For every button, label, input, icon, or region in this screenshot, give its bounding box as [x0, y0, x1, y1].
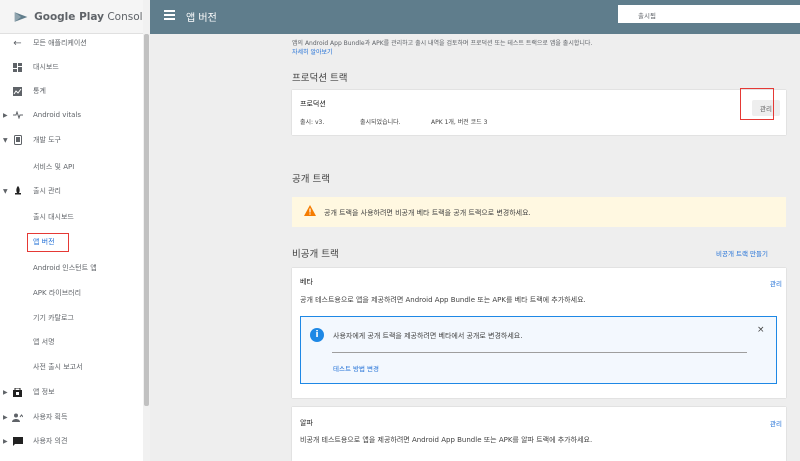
create-closed-track-link[interactable]: 비공개 트랙 만들기	[716, 248, 768, 258]
store-icon	[12, 387, 23, 398]
production-track-name: 프로덕션	[300, 100, 326, 108]
sidebar-item-instant-apps[interactable]: Android 인스턴트 앱	[0, 258, 143, 278]
dev-tools-icon	[12, 135, 23, 146]
info-icon: i	[310, 328, 324, 342]
app-logo[interactable]: Google Play Console	[0, 0, 149, 34]
production-track-card: 프로덕션 출시: v3. 출시되었습니다. APK 1개, 버전 코드 3 관리	[292, 90, 786, 135]
user-acquisition-icon	[12, 412, 23, 423]
sidebar-item-dashboard[interactable]: 대시보드	[0, 57, 143, 77]
open-track-title: 공개 트랙	[292, 174, 330, 185]
closed-track-title: 비공개 트랙	[292, 249, 339, 260]
beta-manage-link[interactable]: 관리	[770, 278, 782, 288]
status-text: 출시됨	[638, 12, 656, 20]
alpha-track-name: 알파	[300, 419, 313, 427]
production-manage-highlight	[740, 88, 774, 120]
learn-more-link[interactable]: 자세히 알아보기	[292, 49, 333, 56]
expand-arrow-icon: ▶	[3, 111, 8, 119]
sidebar-item-pre-launch-report[interactable]: 사전 출시 보고서	[0, 357, 143, 377]
back-arrow-icon: ←	[13, 37, 22, 49]
sidebar-item-release-dashboard[interactable]: 출시 대시보드	[0, 207, 143, 227]
sidebar-item-user-acquisition[interactable]: ▶ 사용자 획득	[0, 407, 143, 427]
sidebar-item-services-api[interactable]: 서비스 및 API	[0, 157, 143, 177]
alpha-manage-link[interactable]: 관리	[770, 418, 782, 428]
alpha-track-description: 비공개 테스트용으로 앱을 제공하려면 Android App Bundle 또…	[300, 436, 593, 444]
beta-track-card: 베타 관리 공개 테스트용으로 앱을 제공하려면 Android App Bun…	[292, 268, 786, 398]
sidebar-item-app-signing[interactable]: 앱 서명	[0, 332, 143, 352]
sidebar-item-release-management[interactable]: ▼ 출시 관리	[0, 181, 143, 201]
sidebar-scrollbar-thumb[interactable]	[144, 34, 149, 406]
sidebar: Google Play Console ← 모든 애플리케이션 대시보드 통계 …	[0, 0, 150, 461]
app-releases-highlight	[27, 233, 69, 252]
close-icon[interactable]: ×	[757, 325, 765, 335]
production-release-label: 출시: v3.	[300, 119, 325, 126]
vitals-icon	[12, 110, 23, 121]
change-test-method-link[interactable]: 테스트 방법 변경	[333, 363, 379, 373]
menu-icon[interactable]	[164, 10, 175, 20]
warning-icon	[304, 205, 316, 216]
divider	[332, 352, 747, 353]
page-title: 앱 버전	[186, 13, 217, 24]
production-track-title: 프로덕션 트랙	[292, 73, 348, 84]
sidebar-item-store-presence[interactable]: ▶ 앱 정보	[0, 382, 143, 402]
sidebar-item-android-vitals[interactable]: ▶ Android vitals	[0, 105, 143, 125]
play-console-logo-icon	[14, 11, 28, 22]
beta-track-name: 베타	[300, 278, 313, 286]
collapse-arrow-icon: ▼	[3, 136, 8, 144]
sidebar-item-dev-tools[interactable]: ▼ 개발 도구	[0, 130, 143, 150]
status-chip: 출시됨	[618, 5, 800, 23]
logo-primary-text: Google Play	[34, 10, 104, 23]
production-release-status: 출시되었습니다.	[360, 119, 401, 126]
info-text: 사용자에게 공개 트랙을 제공하려면 베타에서 공개로 변경하세요.	[333, 332, 523, 340]
feedback-icon	[12, 436, 23, 447]
warning-text: 공개 트랙을 사용하려면 비공개 베타 트랙을 공개 트랙으로 변경하세요.	[324, 209, 531, 217]
sidebar-item-device-catalog[interactable]: 기기 카탈로그	[0, 308, 143, 328]
intro-paragraph: 앱의 Android App Bundle과 APK를 관리하고 출시 내역을 …	[292, 39, 762, 57]
top-app-bar: 앱 버전 출시됨	[150, 0, 800, 34]
expand-arrow-icon: ▶	[3, 437, 8, 445]
stats-icon	[12, 86, 23, 97]
expand-arrow-icon: ▶	[3, 388, 8, 396]
main-content: 앱의 Android App Bundle과 APK를 관리하고 출시 내역을 …	[150, 34, 800, 461]
collapse-arrow-icon: ▼	[3, 187, 8, 195]
beta-info-box: i 사용자에게 공개 트랙을 제공하려면 베타에서 공개로 변경하세요. × 테…	[300, 316, 777, 384]
beta-track-description: 공개 테스트용으로 앱을 제공하려면 Android App Bundle 또는…	[300, 296, 586, 304]
production-release-detail: APK 1개, 버전 코드 3	[431, 119, 488, 126]
dashboard-icon	[12, 62, 23, 73]
sidebar-item-user-feedback[interactable]: ▶ 사용자 의견	[0, 431, 143, 451]
sidebar-item-all-apps[interactable]: ← 모든 애플리케이션	[0, 33, 143, 53]
open-track-warning: 공개 트랙을 사용하려면 비공개 베타 트랙을 공개 트랙으로 변경하세요.	[292, 197, 786, 227]
alpha-track-card: 알파 관리 비공개 테스트용으로 앱을 제공하려면 Android App Bu…	[292, 407, 786, 461]
rocket-icon	[12, 186, 23, 197]
sidebar-item-apk-library[interactable]: APK 라이브러리	[0, 283, 143, 303]
intro-text: 앱의 Android App Bundle과 APK를 관리하고 출시 내역을 …	[292, 40, 593, 47]
sidebar-item-app-releases[interactable]: 앱 버전	[0, 232, 143, 252]
sidebar-item-stats[interactable]: 통계	[0, 81, 143, 101]
expand-arrow-icon: ▶	[3, 413, 8, 421]
